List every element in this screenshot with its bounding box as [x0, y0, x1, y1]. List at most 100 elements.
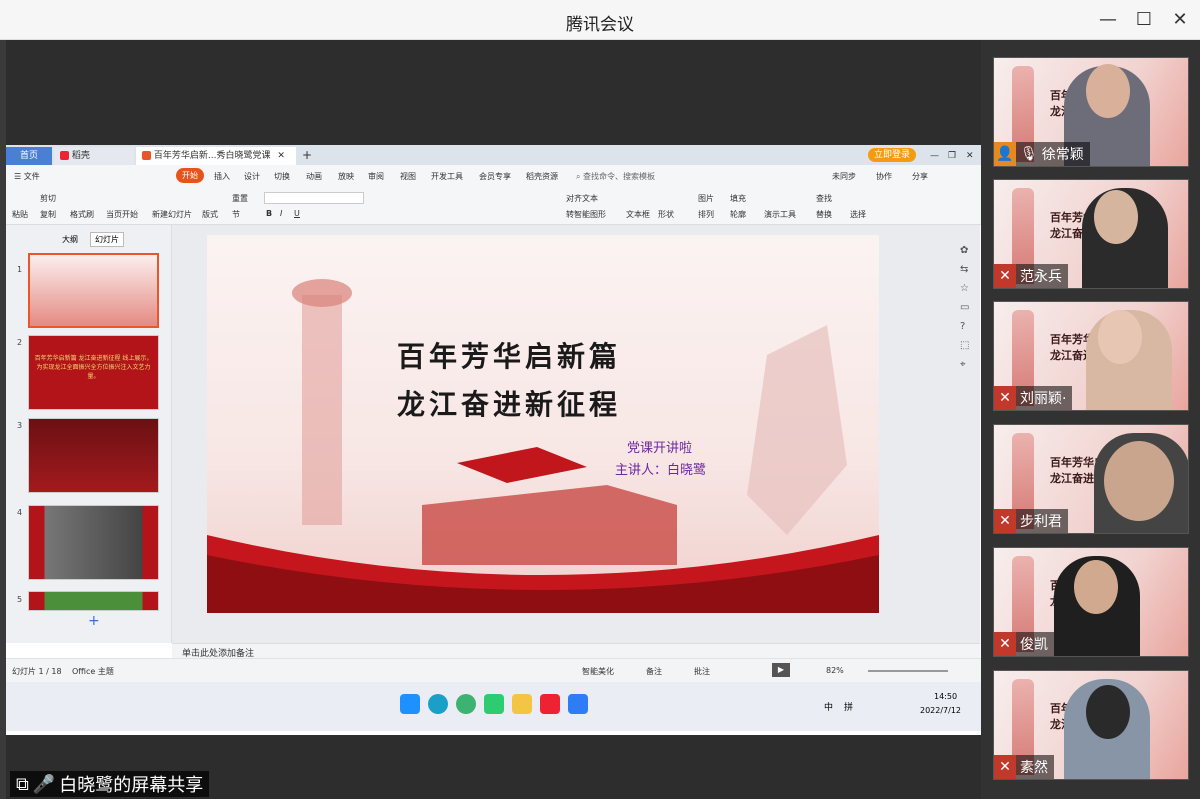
notes-bar: 单击此处添加备注: [172, 643, 980, 659]
menu-devtools[interactable]: 开发工具: [431, 171, 463, 182]
paste-button[interactable]: 粘贴: [12, 209, 28, 220]
align-text-button[interactable]: 对齐文本: [566, 193, 598, 204]
presentation-tools-button[interactable]: 演示工具: [764, 209, 796, 220]
textbox-button[interactable]: 文本框: [626, 209, 650, 220]
participant-name: 步利君: [1020, 514, 1062, 530]
menu-file[interactable]: ☰ 文件: [14, 171, 40, 182]
close-icon[interactable]: ✕: [1168, 8, 1192, 32]
login-button[interactable]: 立即登录: [868, 148, 917, 162]
find-button[interactable]: 查找: [816, 193, 832, 204]
ime-pinyin[interactable]: 拼: [844, 700, 853, 713]
notes-toggle[interactable]: 备注: [646, 666, 662, 677]
picture-button[interactable]: 图片: [698, 193, 714, 204]
tab-docer[interactable]: 稻壳: [54, 147, 134, 165]
window-title: 腾讯会议: [566, 15, 634, 35]
menu-home[interactable]: 开始: [176, 168, 204, 183]
outline-button[interactable]: 轮廓: [730, 209, 746, 220]
add-slide-icon[interactable]: +: [88, 613, 100, 629]
mic-muted-icon: ✕: [994, 632, 1016, 656]
fill-button[interactable]: 填充: [730, 193, 746, 204]
menu-transition[interactable]: 切换: [274, 171, 290, 182]
slide-thumb-2[interactable]: 百年芳华启新篇 龙江奋进新征程 线上展示，为实现龙江全面振兴全方位振兴注入文艺力…: [28, 335, 159, 410]
sync-status[interactable]: 未同步: [832, 171, 856, 182]
menu-design[interactable]: 设计: [244, 171, 260, 182]
smartart-button[interactable]: 转智能图形: [566, 209, 606, 220]
share-button[interactable]: 分享: [912, 171, 928, 182]
new-slide-button[interactable]: 新建幻灯片: [152, 209, 192, 220]
shapes-button[interactable]: 形状: [658, 209, 674, 220]
participant-tile[interactable]: 百年芳华启 龙江奋进 ✕ 刘丽颖·: [993, 301, 1189, 411]
participant-tile[interactable]: 百年芳华启龙江奋进 ✕ 俊凯: [993, 547, 1189, 657]
menu-slideshow[interactable]: 放映: [338, 171, 354, 182]
format-painter-button[interactable]: 格式刷: [70, 209, 94, 220]
slide-thumb-3[interactable]: [28, 418, 159, 493]
slide-thumb-1[interactable]: [28, 253, 159, 328]
tencent-meeting-icon[interactable]: [568, 694, 588, 714]
side-tools: ✿ ⇆ ☆ ▭ ? ⬚ ⌖: [960, 245, 974, 415]
participant-tile[interactable]: 百年芳华启 龙江奋进 ✕ 范永兵: [993, 179, 1189, 289]
menu-insert[interactable]: 插入: [214, 171, 230, 182]
replace-button[interactable]: 替换: [816, 209, 832, 220]
close-wps-icon[interactable]: ✕: [960, 147, 980, 165]
wechat-icon[interactable]: [484, 694, 504, 714]
zoom-slider[interactable]: [868, 670, 948, 672]
cut-button[interactable]: 剪切: [40, 193, 56, 204]
smart-beautify-button[interactable]: 智能美化: [582, 666, 614, 677]
file-explorer-icon[interactable]: [512, 694, 532, 714]
location-icon[interactable]: ⌖: [960, 359, 974, 370]
zoom-level[interactable]: 82%: [826, 666, 844, 675]
slide-thumb-5[interactable]: [28, 591, 159, 611]
reset-button[interactable]: 重置: [232, 193, 248, 204]
section-button[interactable]: 节: [232, 209, 240, 220]
underline-icon[interactable]: U: [294, 209, 300, 218]
ime-chinese[interactable]: 中: [824, 700, 833, 713]
new-tab-icon[interactable]: +: [296, 147, 318, 165]
browser-icon[interactable]: [456, 694, 476, 714]
arrange-button[interactable]: 排列: [698, 209, 714, 220]
backup-icon[interactable]: ⬚: [960, 340, 974, 351]
tab-document[interactable]: 百年芳华启新...秀白晓鹭党课 ✕: [136, 147, 296, 165]
menu-docer-resources[interactable]: 稻壳资源: [526, 171, 558, 182]
slide-thumb-4[interactable]: [28, 505, 159, 580]
search-command[interactable]: ⌕ 查找命令、搜索模板: [576, 171, 655, 182]
slide-icon[interactable]: ▭: [960, 302, 974, 313]
tab-outline[interactable]: 大纲: [62, 234, 78, 245]
close-tab-icon[interactable]: ✕: [277, 151, 285, 161]
menu-animation[interactable]: 动画: [306, 171, 322, 182]
style-icon[interactable]: ✿: [960, 245, 974, 256]
copy-button[interactable]: 复制: [40, 209, 56, 220]
collab-button[interactable]: 协作: [876, 171, 892, 182]
minimize-icon[interactable]: —: [1096, 8, 1120, 32]
menu-view[interactable]: 视图: [400, 171, 416, 182]
select-button[interactable]: 选择: [850, 209, 866, 220]
current-slide[interactable]: 百年芳华启新篇 龙江奋进新征程 党课开讲啦 主讲人：白晓鹭: [207, 235, 879, 613]
layout-button[interactable]: 版式: [202, 209, 218, 220]
italic-icon[interactable]: I: [280, 209, 282, 218]
menu-member[interactable]: 会员专享: [479, 171, 511, 182]
tab-home[interactable]: 首页: [6, 147, 52, 165]
tab-slides[interactable]: 幻灯片: [90, 232, 124, 247]
slide-title-line2: 龙江奋进新征程: [397, 388, 622, 421]
windows-taskbar: 中 拼 14:50 2022/7/12: [6, 682, 981, 731]
bold-icon[interactable]: B: [266, 209, 272, 218]
help-icon[interactable]: ?: [960, 321, 974, 332]
wps-icon[interactable]: [540, 694, 560, 714]
mic-muted-icon: ✕: [994, 264, 1016, 288]
comments-toggle[interactable]: 批注: [694, 666, 710, 677]
thumb-number: 1: [17, 265, 23, 274]
play-current-button[interactable]: 当页开始: [106, 209, 138, 220]
font-name-input[interactable]: [264, 192, 364, 204]
participant-tile[interactable]: 百年芳华启龙江奋进 👤 🎙 徐常颖: [993, 57, 1189, 167]
menu-review[interactable]: 审阅: [368, 171, 384, 182]
pin-icon[interactable]: ☆: [960, 283, 974, 294]
thumbnail-panel: 大纲 幻灯片 1 2 百年芳华启新篇 龙江奋进新征程 线上展示，为实现龙江全面振…: [6, 225, 172, 643]
slide-count: 幻灯片 1 / 18: [12, 667, 62, 676]
properties-icon[interactable]: ⇆: [960, 264, 974, 275]
windows-start-icon[interactable]: [400, 694, 420, 714]
participant-tile[interactable]: 百年芳华启龙江奋进 ✕ 素然: [993, 670, 1189, 780]
participant-tile[interactable]: 百年芳华启 龙江奋进 ✕ 步利君: [993, 424, 1189, 534]
participant-name: 素然: [1020, 760, 1048, 776]
play-slideshow-icon[interactable]: ▶: [772, 663, 790, 677]
maximize-icon[interactable]: ☐: [1132, 8, 1156, 32]
edge-icon[interactable]: [428, 694, 448, 714]
